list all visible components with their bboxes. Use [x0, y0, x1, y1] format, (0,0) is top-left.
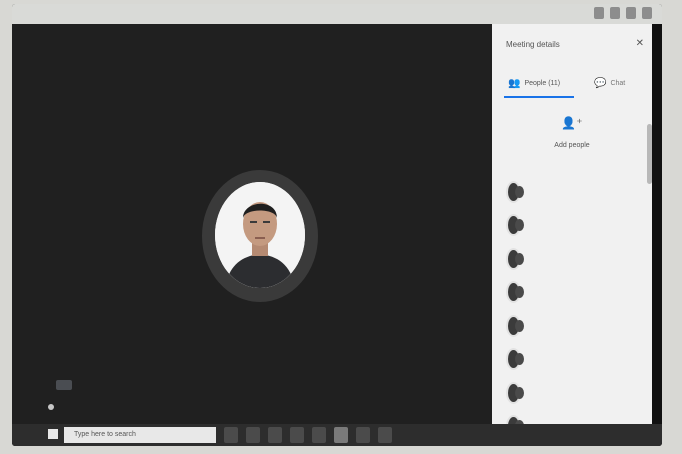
participant-avatar-icon [506, 213, 528, 237]
meeting-details-panel: Meeting details ✕ 👥 People (11) 💬 Chat 👤… [492, 24, 652, 424]
chat-icon: 💬 [594, 78, 607, 89]
list-item[interactable] [506, 409, 646, 424]
taskbar-search-input[interactable]: Type here to search [64, 427, 216, 443]
tab-people[interactable]: 👥 People (11) [508, 78, 560, 89]
participant-avatar-icon [506, 247, 528, 270]
mail-icon[interactable] [290, 427, 304, 443]
tab-people-label: People (11) [524, 80, 561, 87]
participant-avatar-icon [506, 414, 528, 424]
monitor-screen: Meeting details ✕ 👥 People (11) 💬 Chat 👤… [12, 4, 662, 446]
list-item[interactable] [506, 174, 646, 208]
menu-icon[interactable] [642, 7, 652, 19]
speaker-avatar [215, 182, 305, 288]
list-item[interactable] [506, 375, 646, 409]
taskbar: Type here to search [12, 424, 662, 446]
browser-app-icon[interactable] [334, 427, 348, 443]
close-icon[interactable]: ✕ [636, 38, 644, 49]
extension-icon[interactable] [594, 7, 604, 19]
add-people-label: Add people [554, 142, 590, 149]
person-photo-icon [215, 182, 305, 288]
list-item[interactable] [506, 275, 646, 309]
taskbar-apps [224, 427, 392, 443]
panel-scrollbar[interactable] [647, 124, 652, 184]
list-item[interactable] [506, 241, 646, 275]
list-item[interactable] [506, 342, 646, 376]
windows-start-icon[interactable] [48, 429, 58, 439]
self-name-tag [48, 404, 59, 410]
task-view-icon[interactable] [224, 427, 238, 443]
list-item[interactable] [506, 308, 646, 342]
list-item[interactable] [506, 208, 646, 242]
participant-avatar-icon [506, 347, 528, 371]
participant-avatar-icon [506, 280, 528, 304]
participant-avatar-icon [506, 381, 528, 404]
file-explorer-icon[interactable] [246, 427, 260, 443]
add-people-button[interactable]: 👤⁺ Add people [492, 116, 652, 149]
active-tab-indicator [504, 96, 574, 98]
participant-avatar-icon [506, 314, 528, 337]
participant-avatar-icon [506, 180, 528, 203]
store-icon[interactable] [268, 427, 282, 443]
panel-title: Meeting details [506, 40, 560, 49]
people-icon: 👥 [508, 78, 521, 89]
tab-chat[interactable]: 💬 Chat [594, 78, 625, 89]
app-icon[interactable] [312, 427, 326, 443]
browser-toolbar-icons [594, 7, 652, 19]
profile-icon[interactable] [626, 7, 636, 19]
video-stage [12, 24, 492, 424]
participant-list [506, 174, 646, 424]
bookmark-icon[interactable] [610, 7, 620, 19]
add-person-icon: 👤⁺ [561, 116, 583, 130]
tab-chat-label: Chat [610, 80, 626, 87]
mic-icon [48, 404, 54, 410]
document-app-icon[interactable] [356, 427, 370, 443]
browser-tab-bar [12, 4, 662, 24]
caption-bubble [56, 380, 72, 390]
app-icon[interactable] [378, 427, 392, 443]
